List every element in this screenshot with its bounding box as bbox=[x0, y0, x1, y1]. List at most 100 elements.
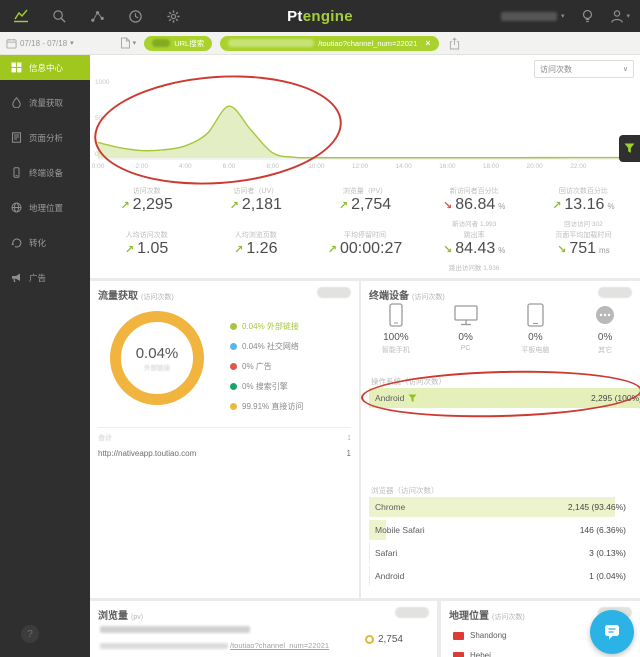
trend-arrow-icon: ↘ bbox=[557, 244, 567, 256]
top-navbar: Pt engine ▾ ▾ bbox=[0, 0, 640, 32]
user-menu[interactable]: ▾ bbox=[500, 11, 565, 21]
heatmap-icon[interactable] bbox=[364, 635, 374, 644]
tablet-icon bbox=[501, 303, 571, 327]
os-list-label: 操作系统（访问次数） bbox=[371, 377, 446, 386]
china-flag-icon bbox=[453, 651, 464, 657]
sidebar-item-page-analysis[interactable]: 页面分析 bbox=[0, 125, 90, 150]
os-row-android[interactable]: Android 2,295 (100%) bbox=[369, 388, 640, 408]
legend-item[interactable]: 99.91% 直接访问 bbox=[230, 401, 303, 412]
trend-arrow-icon: ↗ bbox=[327, 244, 337, 256]
legend-dot bbox=[230, 343, 237, 350]
date-range-picker[interactable]: 07/18 - 07/18 ▾ bbox=[6, 38, 74, 49]
url-search-tag[interactable]: URL搜索 bbox=[144, 35, 213, 51]
x-axis-tick: 0:00 bbox=[91, 163, 105, 170]
ptengine-logo: Pt engine bbox=[287, 7, 353, 25]
chart-metric-select[interactable]: 访问次数 ∨ bbox=[534, 60, 634, 78]
lightbulb-icon[interactable] bbox=[578, 7, 596, 25]
sidebar-item-traffic[interactable]: 流量获取 bbox=[0, 90, 90, 115]
desktop-icon bbox=[431, 303, 501, 327]
funnel-icon bbox=[624, 143, 635, 153]
heatmap-search-icon[interactable] bbox=[50, 7, 68, 25]
redacted-url-prefix bbox=[100, 642, 228, 649]
kpi-metrics: 访问次数 ↗ 2,295 人均访问次数 ↗ 1.05 访问者（UV） ↗ 2,181 … bbox=[92, 183, 638, 272]
username-redacted bbox=[500, 11, 557, 21]
more-button[interactable] bbox=[317, 287, 351, 298]
help-button[interactable]: ? bbox=[21, 625, 39, 643]
section-title: 流量获取 (访问次数) bbox=[98, 291, 174, 302]
account-menu[interactable]: ▾ bbox=[610, 9, 630, 24]
ab-test-icon[interactable] bbox=[88, 7, 106, 25]
geo-row-partial[interactable]: Hebei bbox=[453, 651, 491, 657]
section-title: 浏览量 (pv) bbox=[98, 611, 144, 622]
analytics-icon[interactable] bbox=[12, 7, 30, 25]
x-axis-tick: 16:00 bbox=[439, 163, 456, 170]
pageview-row[interactable]: /toutiao?channel_num=22021 2,754 bbox=[100, 626, 427, 650]
x-axis-tick: 14:00 bbox=[395, 163, 412, 170]
trend-arrow-icon: ↗ bbox=[124, 244, 135, 256]
grid-icon bbox=[11, 62, 22, 73]
trend-arrow-icon: ↘ bbox=[443, 200, 453, 212]
url-filter-value-tag[interactable]: /toutiao?channel_num=22021 × bbox=[220, 35, 439, 51]
browser-row[interactable]: Mobile Safari 146 (6.36%) bbox=[369, 520, 632, 540]
traffic-table-row[interactable]: http://nativeapp.toutiao.com 1 bbox=[98, 449, 351, 458]
trend-arrow-icon: ↘ bbox=[443, 244, 453, 256]
page-selector[interactable]: ▾ bbox=[120, 37, 137, 49]
trend-chart-card: 访问次数 ∨ 1000 500 0 0:00 2:00 4:00 6:00 8:00 10… bbox=[90, 55, 640, 278]
page-url-link[interactable]: /toutiao?channel_num=22021 bbox=[230, 641, 329, 650]
browser-list: Chrome 2,145 (93.46%) Mobile Safari 146 (6… bbox=[369, 497, 632, 589]
legend-item[interactable]: 0.04% 社交网络 bbox=[230, 341, 303, 352]
remove-filter-icon[interactable]: × bbox=[425, 38, 430, 48]
trend-arrow-icon: ↗ bbox=[229, 200, 239, 212]
x-axis-tick: 18:00 bbox=[482, 163, 500, 170]
browser-row[interactable]: Android 1 (0.04%) bbox=[369, 566, 632, 586]
smartphone-icon bbox=[13, 167, 20, 178]
redacted-url-prefix bbox=[228, 39, 315, 47]
x-axis-ticks: 0:00 2:00 4:00 6:00 8:00 10:00 12:00 14:00 16:00… bbox=[92, 163, 622, 173]
x-axis-tick: 22:00 bbox=[570, 163, 587, 170]
sidebar: 信息中心 流量获取 页面分析 终端设备 地理位置 转化 广告 ? bbox=[0, 55, 90, 657]
trend-arrow-icon: ↗ bbox=[120, 200, 130, 212]
redacted-text bbox=[152, 39, 171, 47]
chevron-down-icon: ▾ bbox=[560, 13, 565, 20]
device-pc: 0% PC bbox=[431, 303, 501, 355]
document-icon bbox=[120, 37, 130, 49]
device-smartphone: 100% 智能手机 bbox=[361, 303, 431, 355]
sidebar-item-geo[interactable]: 地理位置 bbox=[0, 195, 90, 220]
legend-dot bbox=[230, 383, 237, 390]
conversion-cycle-icon bbox=[11, 238, 22, 248]
megaphone-icon bbox=[12, 273, 20, 283]
divider bbox=[98, 427, 351, 428]
browser-row[interactable]: Safari 3 (0.13%) bbox=[369, 543, 632, 563]
chevron-down-icon: ▾ bbox=[132, 40, 137, 47]
more-button[interactable] bbox=[395, 607, 429, 618]
sidebar-item-dashboard[interactable]: 信息中心 bbox=[0, 55, 90, 80]
geo-row[interactable]: Shandong bbox=[453, 631, 506, 640]
history-clock-icon[interactable] bbox=[126, 7, 144, 25]
traffic-legend: 0.04% 外部链接 0.04% 社交网络 0% 广告 0% 搜索引擎 99.9… bbox=[230, 321, 303, 421]
metric-column: 回访次数百分比 ↗ 13.16% 回访访问 302 页面平均加载时间 ↘ 751 ms bbox=[552, 188, 615, 257]
trend-arrow-icon: ↗ bbox=[552, 200, 562, 212]
export-share-icon[interactable] bbox=[449, 37, 460, 50]
x-axis-tick: 8:00 bbox=[266, 163, 279, 170]
more-button[interactable] bbox=[598, 287, 632, 298]
device-breakdown: 100% 智能手机 0% PC 0% 平板电脑 0% 其它 bbox=[361, 303, 640, 355]
legend-item[interactable]: 0% 搜索引擎 bbox=[230, 381, 303, 392]
legend-dot bbox=[230, 323, 237, 330]
browser-row[interactable]: Chrome 2,145 (93.46%) bbox=[369, 497, 632, 517]
active-filter-funnel-icon[interactable] bbox=[408, 393, 417, 403]
settings-gear-icon[interactable] bbox=[164, 7, 182, 25]
legend-item[interactable]: 0.04% 外部链接 bbox=[230, 321, 303, 332]
sidebar-item-ads[interactable]: 广告 bbox=[0, 265, 90, 290]
chat-messenger-button[interactable] bbox=[590, 610, 634, 654]
legend-item[interactable]: 0% 广告 bbox=[230, 361, 303, 372]
chart-filter-button[interactable] bbox=[619, 135, 640, 162]
metric-column: 访问次数 ↗ 2,295 人均访问次数 ↗ 1.05 bbox=[120, 188, 173, 257]
metric-column: 浏览量（PV） ↗ 2,754 平均停留时间 ↗ 00:00:27 bbox=[327, 188, 403, 257]
sidebar-item-devices[interactable]: 终端设备 bbox=[0, 160, 90, 185]
sidebar-item-conversion[interactable]: 转化 bbox=[0, 230, 90, 255]
trend-arrow-icon: ↗ bbox=[338, 200, 349, 212]
x-axis-tick: 20:00 bbox=[526, 163, 543, 170]
trend-area-chart bbox=[98, 81, 622, 161]
referrer-url-link[interactable]: http://nativeapp.toutiao.com bbox=[98, 449, 196, 458]
redacted-page-title bbox=[100, 626, 250, 633]
